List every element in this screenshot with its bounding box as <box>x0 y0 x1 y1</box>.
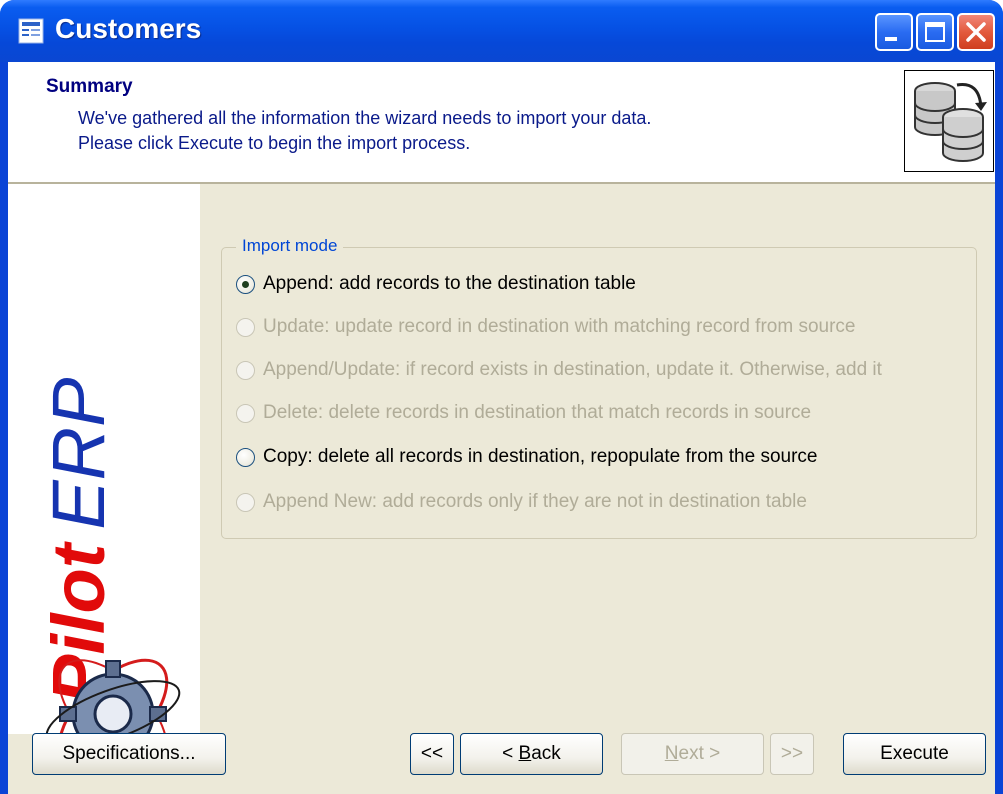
wizard-header: Summary We've gathered all the informati… <box>8 62 995 184</box>
option-update: Update: update record in destination wit… <box>236 312 855 342</box>
first-page-button[interactable]: << <box>410 733 454 775</box>
logo-product: ERP <box>37 377 120 530</box>
minimize-icon <box>885 37 897 41</box>
minimize-button[interactable] <box>875 13 913 51</box>
radio-append-update <box>236 360 255 380</box>
radio-update <box>236 317 255 337</box>
title-bar[interactable]: Customers <box>0 0 1003 62</box>
option-append[interactable]: Append: add records to the destination t… <box>236 269 636 299</box>
wizard-client-area: Summary We've gathered all the informati… <box>8 62 995 794</box>
database-import-icon <box>904 70 994 172</box>
close-icon <box>966 22 986 42</box>
next-button: Next > <box>621 733 764 775</box>
option-append-update: Append/Update: if record exists in desti… <box>236 355 882 385</box>
customers-window: Customers Summary We've gathered all the… <box>0 0 1003 794</box>
back-button[interactable]: < Back <box>460 733 603 775</box>
radio-delete <box>236 403 255 423</box>
option-delete: Delete: delete records in destination th… <box>236 398 811 428</box>
window-title: Customers <box>55 13 202 44</box>
option-delete-label: Delete: delete records in destination th… <box>263 402 812 423</box>
header-title: Summary <box>46 76 133 97</box>
option-append-label: Append: add records to the destination t… <box>263 273 636 294</box>
option-copy[interactable]: Copy: delete all records in destination,… <box>236 442 817 472</box>
header-line-2: Please click Execute to begin the import… <box>78 133 471 153</box>
option-append-new-label: Append New: add records only if they are… <box>263 491 807 512</box>
radio-selected-dot <box>242 280 249 288</box>
option-copy-label: Copy: delete all records in destination,… <box>263 446 818 467</box>
next-rest: ext > <box>678 743 721 764</box>
maximize-button[interactable] <box>916 13 954 51</box>
back-prefix: < <box>502 743 519 764</box>
option-append-new: Append New: add records only if they are… <box>236 487 807 517</box>
back-rest: ack <box>531 743 561 764</box>
pilot-erp-logo-panel: PilotERP <box>8 184 200 770</box>
window-icon <box>18 18 44 44</box>
execute-button[interactable]: Execute <box>843 733 986 775</box>
header-line-1: We've gathered all the information the w… <box>78 108 652 128</box>
specifications-button[interactable]: Specifications... <box>32 733 226 775</box>
maximize-icon <box>925 22 945 42</box>
option-update-label: Update: update record in destination wit… <box>263 316 856 337</box>
close-button[interactable] <box>957 13 995 51</box>
last-page-button: >> <box>770 733 814 775</box>
radio-append[interactable] <box>236 274 255 294</box>
radio-copy[interactable] <box>236 447 255 467</box>
radio-append-new <box>236 492 255 512</box>
back-mnemonic: B <box>518 743 532 764</box>
import-mode-legend: Import mode <box>236 236 344 256</box>
next-mnemonic: N <box>664 743 679 764</box>
option-append-update-label: Append/Update: if record exists in desti… <box>263 359 882 380</box>
